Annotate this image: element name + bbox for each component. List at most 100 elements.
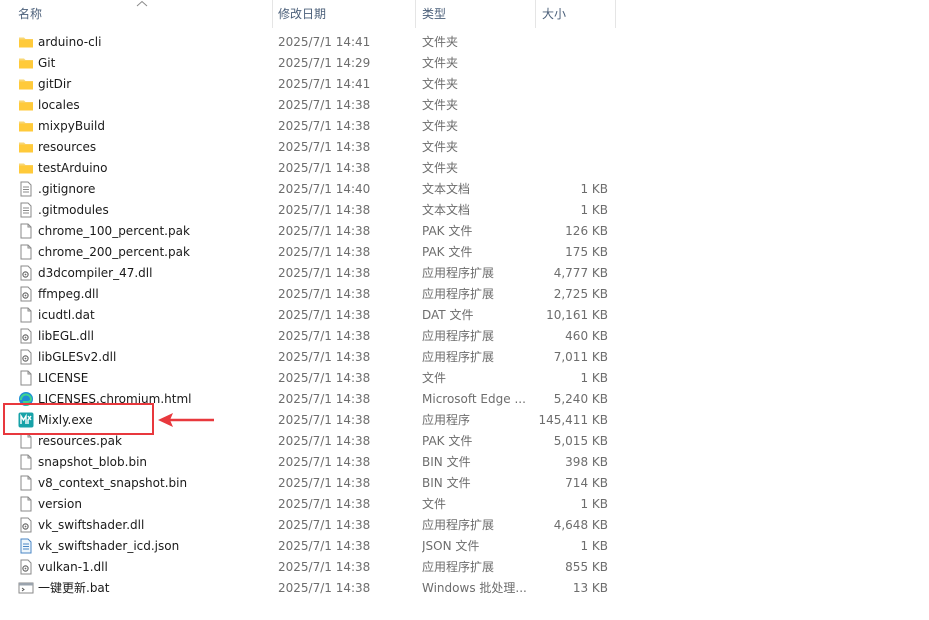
file-size: 2,725 KB [553, 287, 608, 301]
file-row[interactable]: .gitignore 2025/7/1 14:40 文本文档 1 KB [0, 179, 929, 200]
sort-ascending-icon [136, 0, 148, 7]
file-row[interactable]: vulkan-1.dll 2025/7/1 14:38 应用程序扩展 855 KB [0, 557, 929, 578]
file-size: 1 KB [580, 371, 608, 385]
column-header-type[interactable]: 类型 [418, 0, 536, 28]
file-type: BIN 文件 [422, 455, 471, 469]
column-divider[interactable] [615, 0, 616, 28]
file-date: 2025/7/1 14:40 [278, 182, 371, 196]
dll-file-icon [18, 328, 34, 344]
text-file-icon [18, 202, 34, 218]
blank-file-icon [18, 244, 34, 260]
file-type: 应用程序扩展 [422, 560, 495, 574]
column-divider[interactable] [415, 0, 416, 28]
file-row[interactable]: Git 2025/7/1 14:29 文件夹 [0, 53, 929, 74]
file-row[interactable]: snapshot_blob.bin 2025/7/1 14:38 BIN 文件 398… [0, 452, 929, 473]
file-date: 2025/7/1 14:38 [278, 413, 371, 427]
file-name: icudtl.dat [38, 308, 95, 322]
file-row[interactable]: d3dcompiler_47.dll 2025/7/1 14:38 应用程序扩展 4,… [0, 263, 929, 284]
file-size: 1 KB [580, 497, 608, 511]
file-date: 2025/7/1 14:38 [278, 329, 371, 343]
file-size: 460 KB [565, 329, 608, 343]
file-type: PAK 文件 [422, 434, 473, 448]
file-row[interactable]: libGLESv2.dll 2025/7/1 14:38 应用程序扩展 7,011 K… [0, 347, 929, 368]
file-row[interactable]: libEGL.dll 2025/7/1 14:38 应用程序扩展 460 KB [0, 326, 929, 347]
file-size: 1 KB [580, 539, 608, 553]
file-type: PAK 文件 [422, 245, 473, 259]
file-name: 一键更新.bat [38, 581, 110, 595]
folder-icon [18, 118, 34, 134]
file-date: 2025/7/1 14:41 [278, 77, 371, 91]
file-type: 文件夹 [422, 140, 459, 154]
json-file-icon [18, 538, 34, 554]
file-row[interactable]: arduino-cli 2025/7/1 14:41 文件夹 [0, 32, 929, 53]
file-row[interactable]: version 2025/7/1 14:38 文件 1 KB [0, 494, 929, 515]
file-row[interactable]: resources 2025/7/1 14:38 文件夹 [0, 137, 929, 158]
file-name: d3dcompiler_47.dll [38, 266, 153, 280]
file-row[interactable]: vk_swiftshader.dll 2025/7/1 14:38 应用程序扩展 4,… [0, 515, 929, 536]
annotation-highlight-box [3, 403, 154, 435]
file-name: libGLESv2.dll [38, 350, 117, 364]
file-row[interactable]: chrome_100_percent.pak 2025/7/1 14:38 PAK … [0, 221, 929, 242]
blank-file-icon [18, 454, 34, 470]
file-row[interactable]: chrome_200_percent.pak 2025/7/1 14:38 PAK … [0, 242, 929, 263]
file-row[interactable]: .gitmodules 2025/7/1 14:38 文本文档 1 KB [0, 200, 929, 221]
column-divider[interactable] [272, 0, 273, 28]
file-row[interactable]: 一键更新.bat 2025/7/1 14:38 Windows 批处理... 13 K… [0, 578, 929, 599]
file-name: .gitmodules [38, 203, 109, 217]
file-type: 应用程序扩展 [422, 329, 495, 343]
file-size: 5,240 KB [553, 392, 608, 406]
file-row[interactable]: icudtl.dat 2025/7/1 14:38 DAT 文件 10,161 KB [0, 305, 929, 326]
file-type: 文本文档 [422, 182, 471, 196]
file-type: Windows 批处理... [422, 581, 527, 595]
folder-icon [18, 160, 34, 176]
file-name: libEGL.dll [38, 329, 94, 343]
file-date: 2025/7/1 14:38 [278, 371, 371, 385]
file-date: 2025/7/1 14:38 [278, 203, 371, 217]
file-size: 145,411 KB [538, 413, 608, 427]
file-date: 2025/7/1 14:38 [278, 350, 371, 364]
file-type: 应用程序 [422, 413, 471, 427]
file-date: 2025/7/1 14:38 [278, 581, 371, 595]
file-type: 文件夹 [422, 161, 459, 175]
file-row[interactable]: ffmpeg.dll 2025/7/1 14:38 应用程序扩展 2,725 KB [0, 284, 929, 305]
file-type: 应用程序扩展 [422, 350, 495, 364]
file-type: Microsoft Edge ... [422, 392, 526, 406]
file-name: v8_context_snapshot.bin [38, 476, 188, 490]
file-date: 2025/7/1 14:29 [278, 56, 371, 70]
file-date: 2025/7/1 14:38 [278, 98, 371, 112]
file-name: version [38, 497, 82, 511]
file-type: 文本文档 [422, 203, 471, 217]
file-date: 2025/7/1 14:38 [278, 119, 371, 133]
column-header-bar: 名称 修改日期 类型 大小 [0, 0, 929, 28]
column-divider[interactable] [535, 0, 536, 28]
file-row[interactable]: v8_context_snapshot.bin 2025/7/1 14:38 BIN… [0, 473, 929, 494]
file-name: chrome_100_percent.pak [38, 224, 190, 238]
file-row[interactable]: testArduino 2025/7/1 14:38 文件夹 [0, 158, 929, 179]
file-size: 175 KB [565, 245, 608, 259]
file-type: 文件夹 [422, 98, 459, 112]
file-name: vulkan-1.dll [38, 560, 108, 574]
file-row[interactable]: gitDir 2025/7/1 14:41 文件夹 [0, 74, 929, 95]
folder-icon [18, 76, 34, 92]
file-name: locales [38, 98, 80, 112]
file-type: 文件夹 [422, 77, 459, 91]
file-row[interactable]: vk_swiftshader_icd.json 2025/7/1 14:38 JSO… [0, 536, 929, 557]
file-size: 1 KB [580, 182, 608, 196]
column-header-date[interactable]: 修改日期 [274, 0, 414, 28]
file-row[interactable]: LICENSE 2025/7/1 14:38 文件 1 KB [0, 368, 929, 389]
file-date: 2025/7/1 14:38 [278, 539, 371, 553]
blank-file-icon [18, 433, 34, 449]
file-name: mixpyBuild [38, 119, 105, 133]
column-header-size[interactable]: 大小 [538, 0, 616, 28]
file-size: 855 KB [565, 560, 608, 574]
folder-icon [18, 139, 34, 155]
file-date: 2025/7/1 14:38 [278, 224, 371, 238]
file-date: 2025/7/1 14:38 [278, 434, 371, 448]
file-name: vk_swiftshader.dll [38, 518, 145, 532]
file-date: 2025/7/1 14:38 [278, 476, 371, 490]
blank-file-icon [18, 496, 34, 512]
file-row[interactable]: mixpyBuild 2025/7/1 14:38 文件夹 [0, 116, 929, 137]
file-row[interactable]: locales 2025/7/1 14:38 文件夹 [0, 95, 929, 116]
file-type: BIN 文件 [422, 476, 471, 490]
file-size [530, 32, 608, 53]
